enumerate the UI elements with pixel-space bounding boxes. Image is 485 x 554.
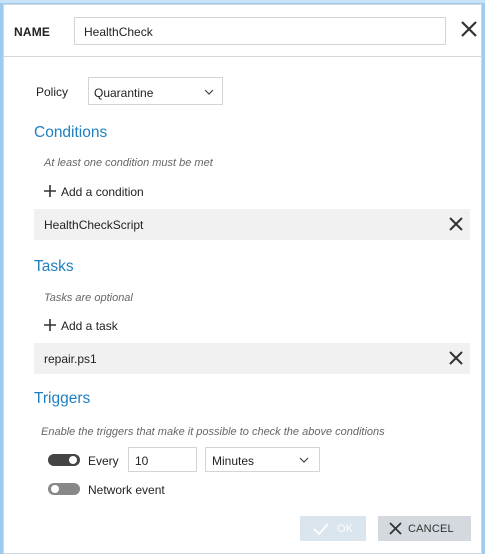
close-icon[interactable] — [459, 18, 479, 40]
check-icon — [313, 523, 329, 535]
every-toggle[interactable] — [48, 454, 80, 466]
tasks-title: Tasks — [34, 258, 74, 275]
name-field[interactable]: HealthCheck — [74, 17, 446, 45]
toggle-knob — [69, 456, 77, 464]
task-label: repair.ps1 — [44, 352, 97, 366]
interval-unit-select[interactable]: Minutes — [205, 447, 320, 472]
condition-label: HealthCheckScript — [44, 218, 144, 232]
conditions-title: Conditions — [34, 124, 108, 141]
ok-button[interactable]: OK — [300, 516, 366, 541]
edit-dialog: NAME HealthCheck Policy Quarantine Condi… — [3, 4, 482, 554]
triggers-hint: Enable the triggers that make it possibl… — [41, 426, 385, 438]
network-event-toggle[interactable] — [48, 483, 80, 495]
add-condition-label: Add a condition — [61, 185, 144, 199]
cancel-label: CANCEL — [408, 523, 454, 535]
add-task-label: Add a task — [61, 319, 118, 333]
dialog-header: NAME HealthCheck — [4, 5, 481, 57]
interval-value: 10 — [135, 454, 149, 468]
remove-condition-icon[interactable] — [448, 216, 464, 232]
toggle-knob — [51, 485, 59, 493]
plus-icon — [44, 319, 56, 331]
tasks-hint: Tasks are optional — [44, 292, 133, 304]
policy-selected-value: Quarantine — [94, 86, 154, 100]
ok-label: OK — [337, 523, 354, 535]
chevron-down-icon — [204, 89, 214, 95]
window-background — [0, 0, 485, 3]
task-row: repair.ps1 — [34, 343, 470, 374]
condition-row: HealthCheckScript — [34, 209, 470, 240]
plus-icon — [44, 185, 56, 197]
policy-select[interactable]: Quarantine — [88, 77, 223, 105]
policy-label: Policy — [36, 85, 69, 99]
close-icon — [389, 522, 402, 535]
network-event-label: Network event — [88, 483, 165, 497]
cancel-button[interactable]: CANCEL — [378, 516, 471, 541]
conditions-hint: At least one condition must be met — [44, 157, 213, 169]
triggers-title: Triggers — [34, 390, 91, 407]
name-label: NAME — [14, 25, 51, 39]
every-label: Every — [88, 454, 119, 468]
interval-input[interactable]: 10 — [128, 447, 197, 472]
remove-task-icon[interactable] — [448, 350, 464, 366]
interval-unit-value: Minutes — [212, 454, 255, 468]
chevron-down-icon — [299, 457, 309, 463]
